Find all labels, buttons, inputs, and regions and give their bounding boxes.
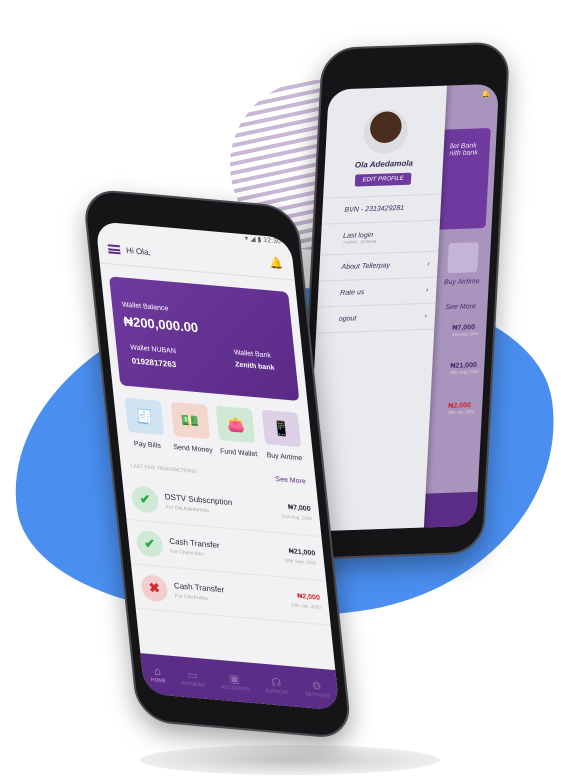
wallet-icon: 👛 [215,405,256,444]
edit-profile-button[interactable]: EDIT PROFILE [355,172,411,187]
front-screen: ▾ ◢ ▮ 12:30 Hi Ola, 🔔 Wallet Balance ₦20… [95,221,340,711]
nav-label: ACCOUNTS [220,683,250,693]
transaction-amount: ₦21,000 [288,548,316,558]
nuban-label: Wallet NUBAN [129,344,177,356]
status-time: 12:30 [262,236,282,246]
bank-label: Wallet Bank [233,349,272,360]
buy-airtime-button[interactable]: 📱 Buy Airtime [259,409,306,462]
date: 21st Aug, 2020 [451,331,479,337]
chevron-right-icon: › [425,286,429,294]
nuban: 0192817263 [131,356,177,370]
amount-list: ₦7,000 21st Aug, 2020 ₦21,000 20th Sept, 2… [448,324,487,415]
bell-icon[interactable]: 🔔 [446,84,499,106]
phone-shadow [140,745,440,775]
chevron-right-icon: › [427,260,430,268]
user-name: Ola Adedamola [354,158,414,170]
transaction-date: 20th Jan, 2020 [290,602,322,610]
transaction-title: Cash Transfer [173,580,225,594]
drawer-item-label: About Tellerpay [341,262,391,271]
wallet-card: Wallet Balance ₦200,000.00 Wallet Bank Z… [109,276,300,402]
nav-support[interactable]: ☊ SUPPORT [264,674,290,696]
pay-bills-button[interactable]: 🧾 Pay Bills [122,397,169,450]
last-login-row: Last login 7:00PM - 10:30AM [320,219,441,255]
nav-accounts[interactable]: ▣ ACCOUNTS [220,671,250,693]
see-more-link[interactable]: See More [275,476,306,486]
check-icon: ✔ [135,529,165,558]
date: 20th Jan, 2020 [447,409,475,415]
menu-icon[interactable] [107,244,121,255]
wallet-bank: nith bank [449,149,479,158]
bvn: BVN - 2313429281 [344,204,405,214]
nav-label: SUPPORT [264,687,290,696]
date: 20th Sept, 2020 [449,368,479,375]
side-drawer: Ola Adedamola EDIT PROFILE BVN - 2313429… [305,85,448,532]
drawer-item-label: ogout [338,315,357,323]
balance: ₦200,000.00 [122,313,199,336]
money-icon: 💵 [170,401,210,440]
back-screen: 🔔 llet Bank nith bank Buy Airtime See Mo… [305,83,500,532]
bottom-nav [423,491,478,528]
nav-payment[interactable]: ▭ PAYMENT [180,667,206,689]
receipt-icon: 🧾 [124,397,165,436]
bell-icon[interactable]: 🔔 [269,256,284,270]
wallet-card: llet Bank nith bank [439,127,491,230]
bottom-nav: ⌂ HOME ▭ PAYMENT ▣ ACCOUNTS ☊ SUPPORT ⚙ SETTI… [140,653,340,711]
fund-wallet-button[interactable]: 👛 Fund Wallet [213,405,260,458]
greeting: Hi Ola, [125,245,152,258]
drawer-item-logout[interactable]: ogout › [316,302,436,334]
avatar [362,108,409,155]
send-money-button[interactable]: 💵 Send Money [167,401,214,454]
check-icon: ✔ [130,484,160,514]
transaction-sub: For Ola Adedamola [165,503,210,514]
transaction-date: 20th Sept, 2020 [284,557,317,566]
transaction-sub: For Chichi Alex [170,548,205,558]
balance-label: Wallet Balance [121,301,169,313]
nav-settings[interactable]: ⚙ SETTINGS [303,678,331,700]
chevron-right-icon: › [424,312,428,320]
x-icon: ✖ [139,573,169,603]
bank: Zenith bank [234,361,275,372]
buy-airtime-label: Buy Airtime [443,278,480,287]
transaction-sub: For Chichi Alex [174,592,209,602]
nav-label: HOME [150,677,167,685]
back-phone: 🔔 llet Bank nith bank Buy Airtime See Mo… [295,41,511,561]
drawer-item-label: Rate us [339,289,365,297]
see-more-link[interactable]: See More [445,303,487,311]
phone-icon: 📱 [261,409,302,448]
phone-icon[interactable] [447,242,479,274]
transaction-date: 21st Aug, 2020 [281,513,312,522]
last-login-time: 7:00PM - 10:30AM [342,238,377,245]
section-label: LAST FIVE TRANSACTIONS [130,463,197,476]
nav-home[interactable]: ⌂ HOME [149,665,167,685]
transaction-amount: ₦2,000 [296,592,321,602]
nav-label: SETTINGS [304,690,331,700]
transaction-amount: ₦7,000 [287,504,312,514]
nav-label: PAYMENT [181,680,206,689]
transaction-title: Cash Transfer [168,536,220,550]
